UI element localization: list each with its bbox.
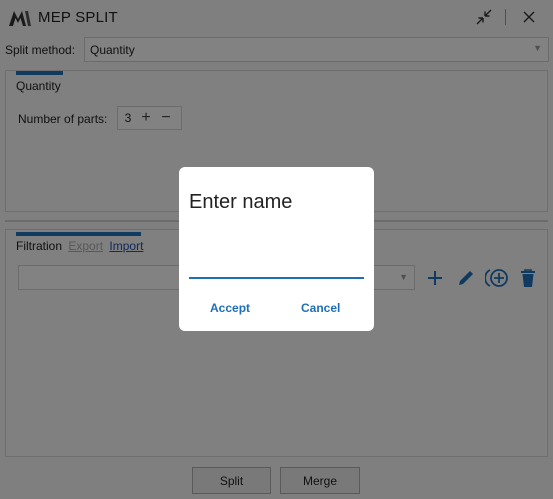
enter-name-dialog: Enter name Accept Cancel	[179, 167, 374, 331]
cancel-button[interactable]: Cancel	[301, 301, 340, 315]
name-input[interactable]	[189, 257, 364, 279]
dialog-title: Enter name	[189, 191, 293, 213]
accept-button[interactable]: Accept	[210, 301, 250, 315]
